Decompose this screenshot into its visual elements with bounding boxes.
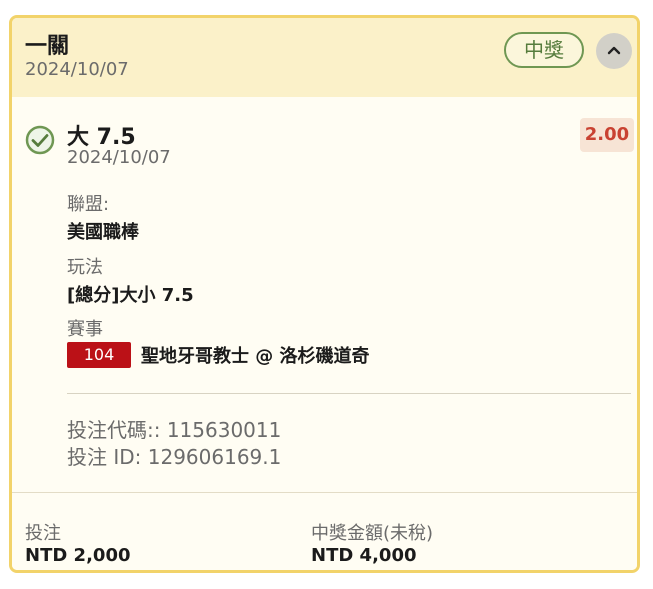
odds-badge: 2.00 (580, 118, 634, 152)
card-header: 一關 2024/10/07 中獎 (12, 18, 637, 97)
divider (67, 393, 631, 394)
card-footer: 投注 NTD 2,000 中獎金額(未稅) NTD 4,000 (12, 492, 637, 570)
league-label: 聯盟: (67, 194, 110, 215)
payout-label: 中獎金額(未稅) (311, 523, 434, 544)
check-circle-icon (25, 125, 55, 155)
event-label: 賽事 (67, 319, 103, 340)
stake-value: NTD 2,000 (25, 545, 131, 566)
bet-id: 投注 ID: 129606169.1 (67, 445, 282, 469)
payout-value: NTD 4,000 (311, 545, 417, 566)
ticket-title: 一關 (25, 34, 70, 59)
market-label: 玩法 (67, 257, 103, 278)
selection-date: 2024/10/07 (67, 147, 171, 168)
market-value: [總分]大小 7.5 (67, 285, 194, 306)
ticket-date: 2024/10/07 (25, 59, 129, 80)
event-row: 104 聖地牙哥教士 @ 洛杉磯道奇 (67, 342, 370, 368)
chevron-up-icon (607, 46, 621, 55)
event-code-badge: 104 (67, 342, 131, 368)
bet-card: 一關 2024/10/07 中獎 大 7.5 2024/10/07 2.00 聯… (9, 15, 640, 573)
status-badge: 中獎 (504, 32, 584, 68)
league-value: 美國職棒 (67, 222, 139, 243)
event-name: 聖地牙哥教士 @ 洛杉磯道奇 (141, 346, 370, 367)
collapse-button[interactable] (596, 33, 632, 69)
bet-code: 投注代碼:: 115630011 (67, 418, 282, 442)
stake-label: 投注 (25, 523, 61, 544)
